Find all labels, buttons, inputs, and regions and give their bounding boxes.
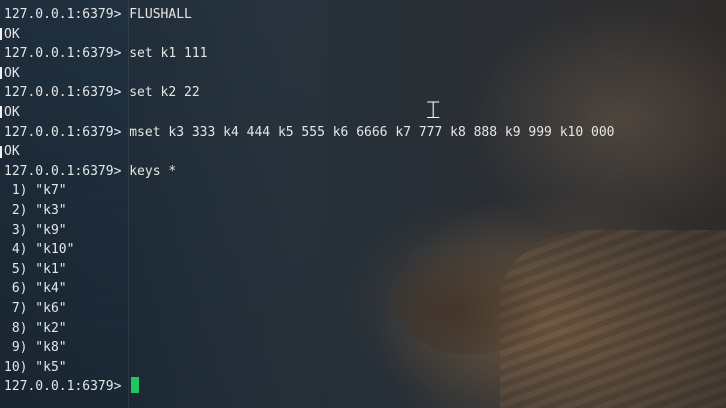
- command-line: 127.0.0.1:6379> keys *: [4, 162, 722, 182]
- left-edge-marker: [0, 28, 2, 40]
- prompt: 127.0.0.1:6379>: [4, 124, 122, 140]
- output-line: 8) "k2": [4, 320, 67, 336]
- output-line: 3) "k9": [4, 222, 67, 238]
- command-text: set k2 22: [121, 85, 200, 101]
- left-edge-marker: [0, 146, 2, 158]
- text-cursor: [131, 377, 140, 394]
- output-line: 1) "k7": [4, 183, 67, 199]
- output-line: OK: [4, 65, 20, 81]
- output-line: 4) "k10": [4, 242, 75, 258]
- output-line: 2) "k3": [4, 202, 67, 218]
- output-line: 6) "k4": [4, 281, 67, 297]
- output-line: 7) "k6": [4, 300, 67, 316]
- output-line: 10) "k5": [4, 359, 67, 375]
- text-ibeam-cursor-icon: ⌶: [426, 96, 441, 124]
- command-text: mset k3 333 k4 444 k5 555 k6 6666 k7 777…: [121, 124, 615, 140]
- command-text: FLUSHALL: [121, 7, 192, 22]
- output-line: OK: [4, 104, 20, 120]
- prompt: 127.0.0.1:6379>: [4, 46, 122, 62]
- command-line: 127.0.0.1:6379> set k2 22: [4, 83, 722, 103]
- command-line: 127.0.0.1:6379> mset k3 333 k4 444 k5 55…: [4, 123, 722, 143]
- command-line: 127.0.0.1:6379> FLUSHALL: [4, 5, 722, 25]
- output-line: 9) "k8": [4, 340, 67, 356]
- terminal-window[interactable]: 127.0.0.1:6379> FLUSHALL OK 127.0.0.1:6379…: [0, 0, 726, 408]
- command-text: keys *: [121, 163, 177, 179]
- output-line: OK: [4, 144, 20, 160]
- left-edge-marker: [0, 67, 2, 79]
- prompt: 127.0.0.1:6379>: [4, 163, 122, 179]
- current-input-line[interactable]: 127.0.0.1:6379>: [4, 377, 722, 397]
- prompt: 127.0.0.1:6379>: [4, 379, 122, 395]
- output-line: OK: [4, 26, 20, 42]
- terminal-output[interactable]: 127.0.0.1:6379> FLUSHALL OK 127.0.0.1:6379…: [4, 5, 722, 397]
- command-line: 127.0.0.1:6379> set k1 111: [4, 44, 722, 64]
- prompt: 127.0.0.1:6379>: [4, 7, 122, 22]
- prompt: 127.0.0.1:6379>: [4, 85, 122, 101]
- command-text: set k1 111: [121, 46, 208, 62]
- output-line: 5) "k1": [4, 261, 67, 277]
- left-edge-marker: [0, 106, 2, 118]
